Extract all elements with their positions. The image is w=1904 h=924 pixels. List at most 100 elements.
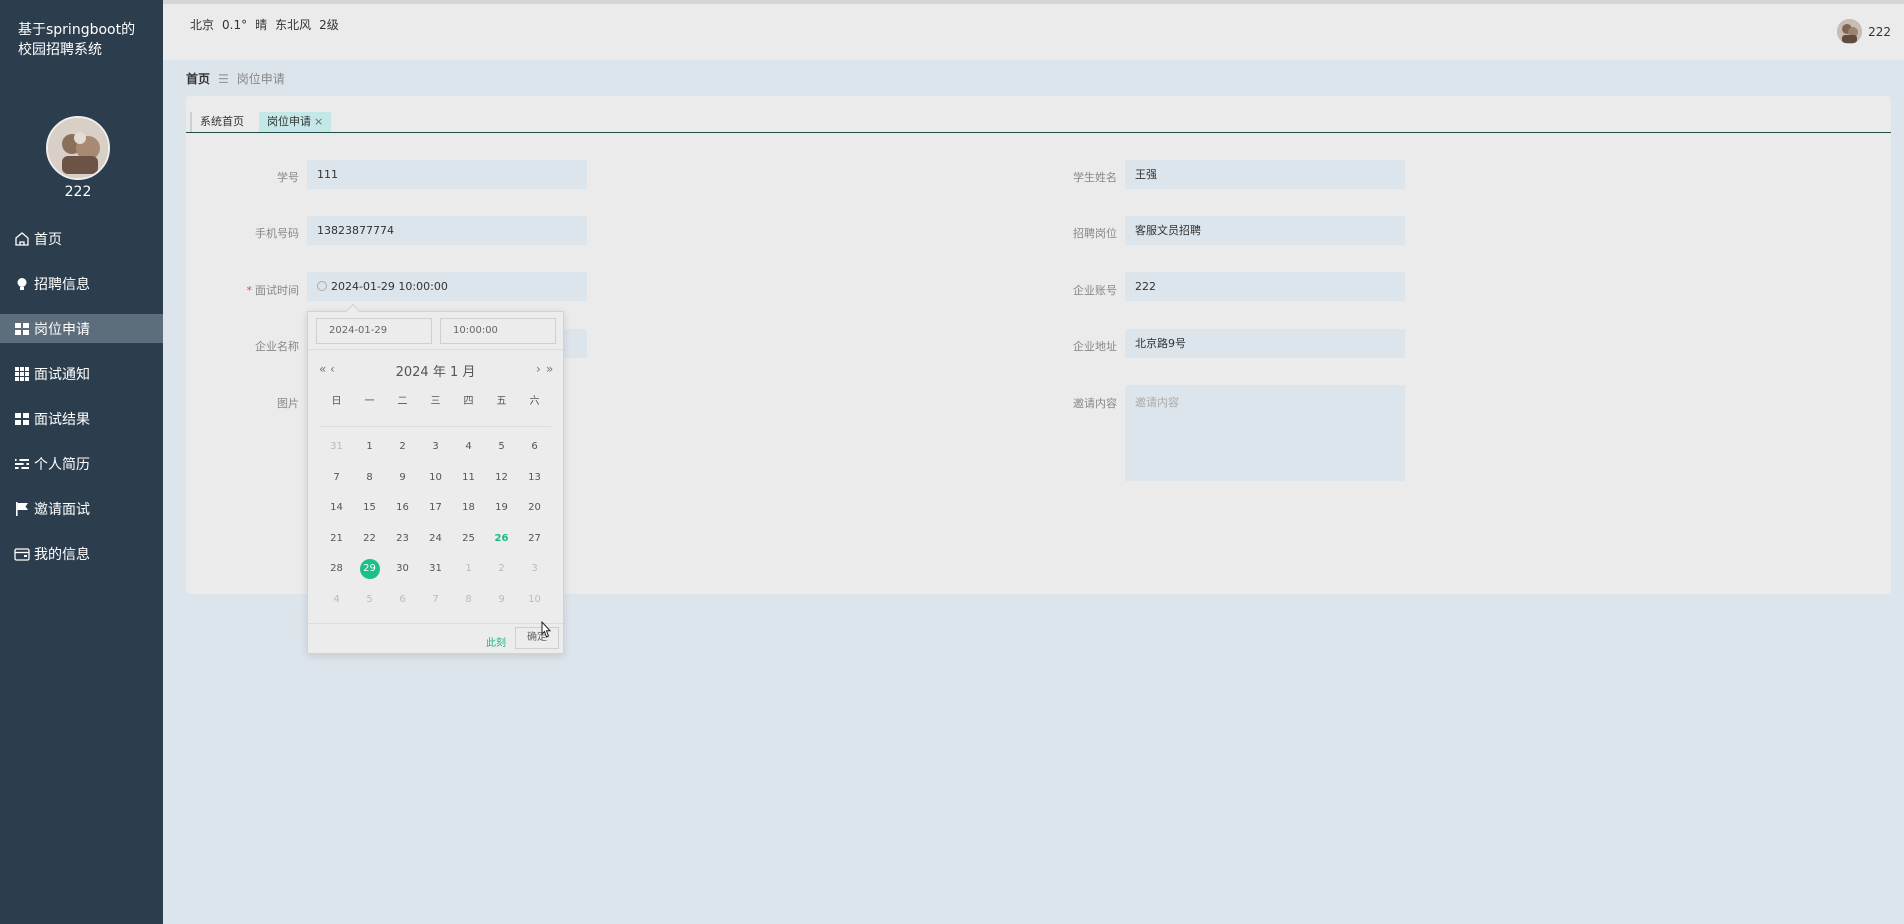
calendar-day[interactable]: 31 — [320, 434, 353, 460]
sidebar-item-interview-notice[interactable]: 面试通知 — [0, 359, 163, 388]
sidebar-item-jobs[interactable]: 招聘信息 — [0, 269, 163, 298]
calendar-day[interactable]: 21 — [320, 526, 353, 552]
calendar-day[interactable]: 1 — [452, 556, 485, 582]
sidebar-item-applications[interactable]: 岗位申请 — [0, 314, 163, 343]
calendar-day[interactable]: 2 — [485, 556, 518, 582]
calendar-day[interactable]: 13 — [518, 465, 551, 491]
calendar-day[interactable]: 11 — [452, 465, 485, 491]
calendar-day[interactable]: 27 — [518, 526, 551, 552]
calendar-day[interactable]: 9 — [386, 465, 419, 491]
calendar-day[interactable]: 5 — [353, 587, 386, 613]
calendar-day[interactable]: 19 — [485, 495, 518, 521]
calendar-day[interactable]: 31 — [419, 556, 452, 582]
top-user-name[interactable]: 222 — [1868, 25, 1891, 39]
calendar-day[interactable]: 2 — [386, 434, 419, 460]
calendar-day[interactable]: 16 — [386, 495, 419, 521]
calendar-day[interactable]: 6 — [518, 434, 551, 460]
close-icon[interactable]: × — [314, 115, 323, 128]
calendar-day[interactable]: 26 — [485, 526, 518, 552]
calendar-day[interactable]: 3 — [419, 434, 452, 460]
picker-time-input[interactable]: 10:00:00 — [440, 318, 556, 344]
sidebar-item-invite[interactable]: 邀请面试 — [0, 494, 163, 523]
tab-system-home[interactable]: 系统首页 — [190, 112, 252, 132]
flag-icon — [16, 501, 28, 516]
apps-icon — [15, 366, 29, 381]
weather-level: 2级 — [319, 18, 339, 32]
student-name-field[interactable]: 王强 — [1125, 160, 1405, 189]
required-mark: * — [246, 284, 253, 297]
now-button[interactable]: 此刻 — [486, 634, 506, 649]
sidebar-item-label: 面试结果 — [34, 411, 90, 428]
company-account-field[interactable]: 222 — [1125, 272, 1405, 301]
calendar-day[interactable]: 23 — [386, 526, 419, 552]
weather-info: 北京 0.1° 晴东北风 2级 — [190, 16, 347, 33]
calendar-day[interactable]: 28 — [320, 556, 353, 582]
calendar-day[interactable]: 10 — [518, 587, 551, 613]
interview-time-field[interactable]: 2024-01-29 10:00:00 — [307, 272, 587, 301]
sidebar-item-label: 个人简历 — [34, 456, 90, 473]
picker-weekday-row: 日 一 二 三 四 五 六 — [320, 392, 551, 408]
invite-textarea[interactable]: 邀请内容 — [1125, 385, 1405, 481]
datetime-picker: 2024-01-29 10:00:00 « ‹ 2024 年 1 月 › » 日… — [307, 303, 564, 654]
phone-field[interactable]: 13823877774 — [307, 216, 587, 245]
bulb-icon — [17, 277, 27, 290]
calendar-day[interactable]: 1 — [353, 434, 386, 460]
interview-time-label-text: 面试时间 — [255, 284, 299, 297]
calendar-day[interactable]: 7 — [320, 465, 353, 491]
calendar-day[interactable]: 24 — [419, 526, 452, 552]
company-address-field[interactable]: 北京路9号 — [1125, 329, 1405, 358]
company-account-label: 企业账号 — [1073, 284, 1117, 297]
student-id-field[interactable]: 111 — [307, 160, 587, 189]
avatar[interactable] — [46, 116, 110, 180]
calendar-day[interactable]: 4 — [452, 434, 485, 460]
sidebar-item-home[interactable]: 首页 — [0, 224, 163, 253]
calendar-day[interactable]: 5 — [485, 434, 518, 460]
calendar-day[interactable]: 12 — [485, 465, 518, 491]
calendar-day[interactable]: 9 — [485, 587, 518, 613]
calendar-day[interactable]: 30 — [386, 556, 419, 582]
tab-applications[interactable]: 岗位申请 × — [259, 112, 332, 132]
sidebar-item-resume[interactable]: 个人简历 — [0, 449, 163, 478]
calendar-day[interactable]: 8 — [353, 465, 386, 491]
calendar-day[interactable]: 18 — [452, 495, 485, 521]
sidebar-user-name: 222 — [64, 184, 92, 200]
sidebar-item-label: 我的信息 — [34, 546, 90, 563]
calendar-day[interactable]: 6 — [386, 587, 419, 613]
avatar[interactable] — [1837, 19, 1863, 44]
picker-date-input[interactable]: 2024-01-29 — [316, 318, 432, 344]
mouse-cursor-icon — [541, 621, 552, 638]
sidebar-item-interview-result[interactable]: 面试结果 — [0, 404, 163, 433]
calendar-day[interactable]: 22 — [353, 526, 386, 552]
phone-label: 手机号码 — [255, 227, 299, 240]
calendar-day[interactable]: 25 — [452, 526, 485, 552]
weekday-label: 二 — [397, 396, 408, 407]
picker-month-title[interactable]: 2024 年 1 月 — [308, 361, 563, 380]
next-year-icon[interactable]: » — [546, 362, 553, 376]
calendar-day[interactable]: 7 — [419, 587, 452, 613]
calendar-day[interactable]: 17 — [419, 495, 452, 521]
calendar-day[interactable]: 20 — [518, 495, 551, 521]
calendar-day[interactable]: 14 — [320, 495, 353, 521]
top-user-menu[interactable]: 222 — [1837, 19, 1891, 44]
calendar-day[interactable]: 4 — [320, 587, 353, 613]
breadcrumb-home[interactable]: 首页 — [186, 70, 210, 87]
breadcrumb-current: 岗位申请 — [236, 72, 285, 86]
clock-icon — [317, 281, 327, 291]
position-field[interactable]: 客服文员招聘 — [1125, 216, 1405, 245]
tab-bar: 系统首页 岗位申请 × — [186, 112, 1891, 133]
grid-icon — [15, 322, 29, 335]
app-title: 基于springboot的校园招聘系统 — [18, 22, 136, 58]
calendar-day[interactable]: 3 — [518, 556, 551, 582]
next-month-icon[interactable]: › — [536, 362, 541, 376]
calendar-day[interactable]: 10 — [419, 465, 452, 491]
calendar-day[interactable]: 15 — [353, 495, 386, 521]
sidebar-item-my-info[interactable]: 我的信息 — [0, 539, 163, 568]
weather-condition: 晴 — [255, 18, 268, 32]
confirm-button[interactable]: 确定 — [515, 627, 559, 649]
sidebar-item-label: 首页 — [34, 231, 62, 248]
list-icon — [15, 458, 29, 469]
calendar-day[interactable]: 8 — [452, 587, 485, 613]
calendar-day[interactable]: 29 — [353, 556, 386, 582]
invite-label: 邀请内容 — [1073, 397, 1117, 410]
home-icon — [15, 231, 29, 246]
